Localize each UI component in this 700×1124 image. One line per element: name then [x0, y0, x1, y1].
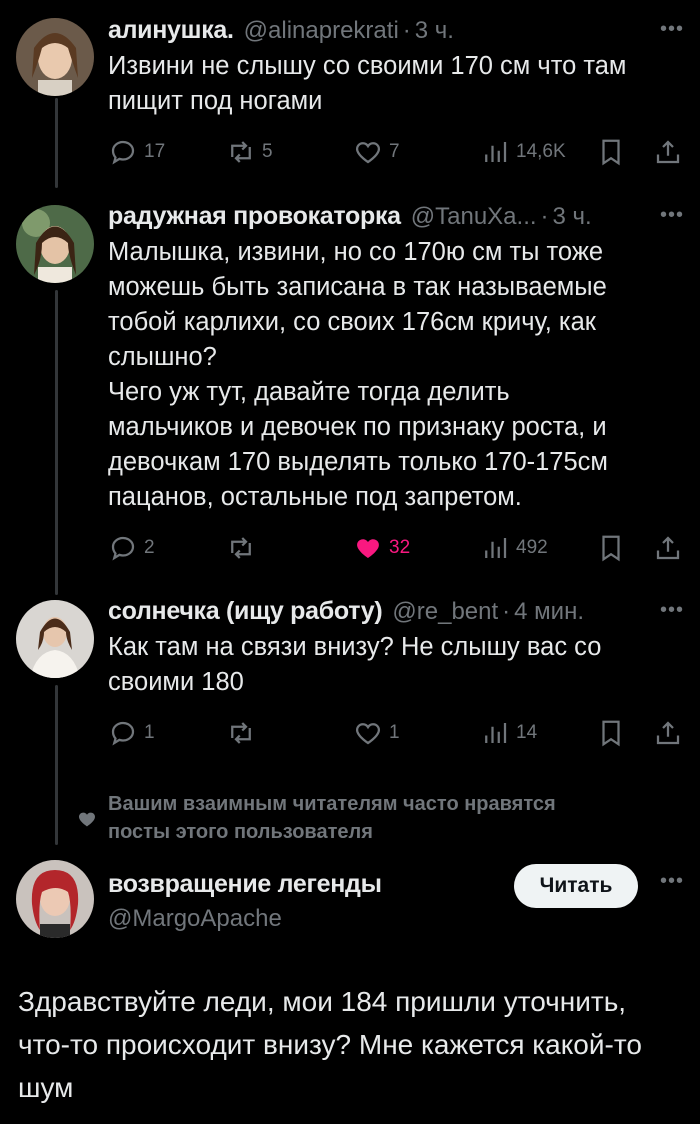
share-icon [656, 721, 680, 745]
timestamp[interactable]: 3 ч. [415, 17, 454, 45]
timestamp[interactable]: 3 ч. [553, 203, 592, 231]
thread-line [55, 685, 58, 845]
like-count: 7 [389, 141, 400, 162]
display-name[interactable]: возвращение легенды [108, 870, 382, 899]
tweet[interactable]: солнечка (ищу работу) @re_bent · 4 мин. … [108, 597, 684, 758]
tweet-text: Как там на связи внизу? Не слышу вас со … [108, 633, 602, 696]
bookmark-button[interactable] [596, 718, 626, 748]
share-icon [656, 536, 680, 560]
bookmark-icon [602, 720, 620, 747]
retweet-icon [231, 722, 251, 744]
heart-filled-icon [357, 539, 379, 558]
retweet-button[interactable] [226, 533, 262, 563]
tweet-text: Малышка, извини, но со 170ю см ты тоже м… [108, 238, 608, 511]
reply-button[interactable]: 2 [108, 533, 155, 563]
retweet-count: 5 [262, 141, 273, 162]
share-button[interactable] [653, 533, 683, 563]
share-button[interactable] [653, 718, 683, 748]
username[interactable]: @MargoApache [108, 905, 382, 933]
reply-count: 2 [144, 537, 155, 558]
like-button[interactable]: 1 [353, 718, 400, 748]
more-options-icon[interactable]: ••• [660, 870, 684, 893]
action-bar: 2 32 492 [108, 533, 684, 573]
tweet-text: Извини не слышу со своими 170 см что там… [108, 52, 627, 115]
heart-icon [79, 812, 95, 827]
views-icon [485, 723, 507, 743]
avatar[interactable] [16, 860, 94, 938]
profile-header: возвращение легенды @MargoApache [108, 870, 382, 933]
like-button[interactable]: 32 [353, 533, 410, 563]
bookmark-icon [602, 535, 620, 562]
tweet-header: алинушка. @alinaprekrati · 3 ч. [108, 16, 684, 45]
reply-icon [111, 536, 135, 561]
action-bar: 17 5 7 14,6K [108, 137, 684, 177]
social-context: Вашим взаимным читателям часто нравятся … [108, 793, 556, 843]
more-options-icon[interactable]: ••• [660, 18, 684, 41]
tweet-header: солнечка (ищу работу) @re_bent · 4 мин. [108, 597, 684, 626]
reply-count: 17 [144, 141, 166, 162]
display-name[interactable]: алинушка. [108, 16, 234, 45]
timestamp[interactable]: 4 мин. [514, 598, 584, 626]
like-button[interactable]: 7 [353, 137, 400, 167]
display-name[interactable]: солнечка (ищу работу) [108, 597, 383, 626]
retweet-icon [231, 141, 251, 163]
reply-button[interactable]: 1 [108, 718, 155, 748]
action-bar: 1 1 14 [108, 718, 684, 758]
username[interactable]: @re_bent [392, 598, 498, 626]
tweet[interactable]: радужная провокаторка @TanuXa... · 3 ч. … [108, 202, 684, 573]
views-count: 492 [516, 537, 548, 558]
reply-icon [111, 140, 135, 165]
separator-dot: · [402, 17, 411, 44]
share-icon [656, 140, 680, 164]
views-icon [485, 538, 507, 558]
more-options-icon[interactable]: ••• [660, 599, 684, 622]
reply-count: 1 [144, 722, 155, 743]
like-count: 1 [389, 722, 400, 743]
heart-icon [355, 723, 381, 745]
thread-line [55, 290, 58, 595]
tweet[interactable]: алинушка. @alinaprekrati · 3 ч. ••• Изви… [108, 16, 684, 177]
views-button[interactable]: 492 [480, 533, 548, 563]
follow-button[interactable]: Читать [514, 864, 638, 908]
avatar[interactable] [16, 205, 94, 283]
avatar[interactable] [16, 18, 94, 96]
views-count: 14,6K [516, 141, 566, 162]
main-tweet-text: Здравствуйте леди, мои 184 пришли уточни… [18, 986, 642, 1103]
views-button[interactable]: 14 [480, 718, 537, 748]
reply-button[interactable]: 17 [108, 137, 165, 167]
thread-line [55, 98, 58, 188]
tweet-header: радужная провокаторка @TanuXa... · 3 ч. [108, 202, 684, 231]
like-count: 32 [389, 537, 411, 558]
views-count: 14 [516, 722, 538, 743]
separator-dot: · [502, 598, 511, 625]
separator-dot: · [540, 203, 549, 230]
username[interactable]: @alinaprekrati [244, 17, 399, 45]
retweet-icon [231, 537, 251, 559]
retweet-button[interactable] [226, 718, 262, 748]
views-icon [485, 142, 507, 162]
retweet-button[interactable]: 5 [226, 137, 273, 167]
bookmark-button[interactable] [596, 137, 626, 167]
username[interactable]: @TanuXa... [411, 203, 537, 231]
avatar[interactable] [16, 600, 94, 678]
display-name[interactable]: радужная провокаторка [108, 202, 401, 231]
share-button[interactable] [653, 137, 683, 167]
bookmark-button[interactable] [596, 533, 626, 563]
views-button[interactable]: 14,6K [480, 137, 566, 167]
bookmark-icon [602, 139, 620, 166]
reply-icon [111, 721, 135, 746]
heart-icon [355, 142, 381, 164]
more-options-icon[interactable]: ••• [660, 204, 684, 227]
